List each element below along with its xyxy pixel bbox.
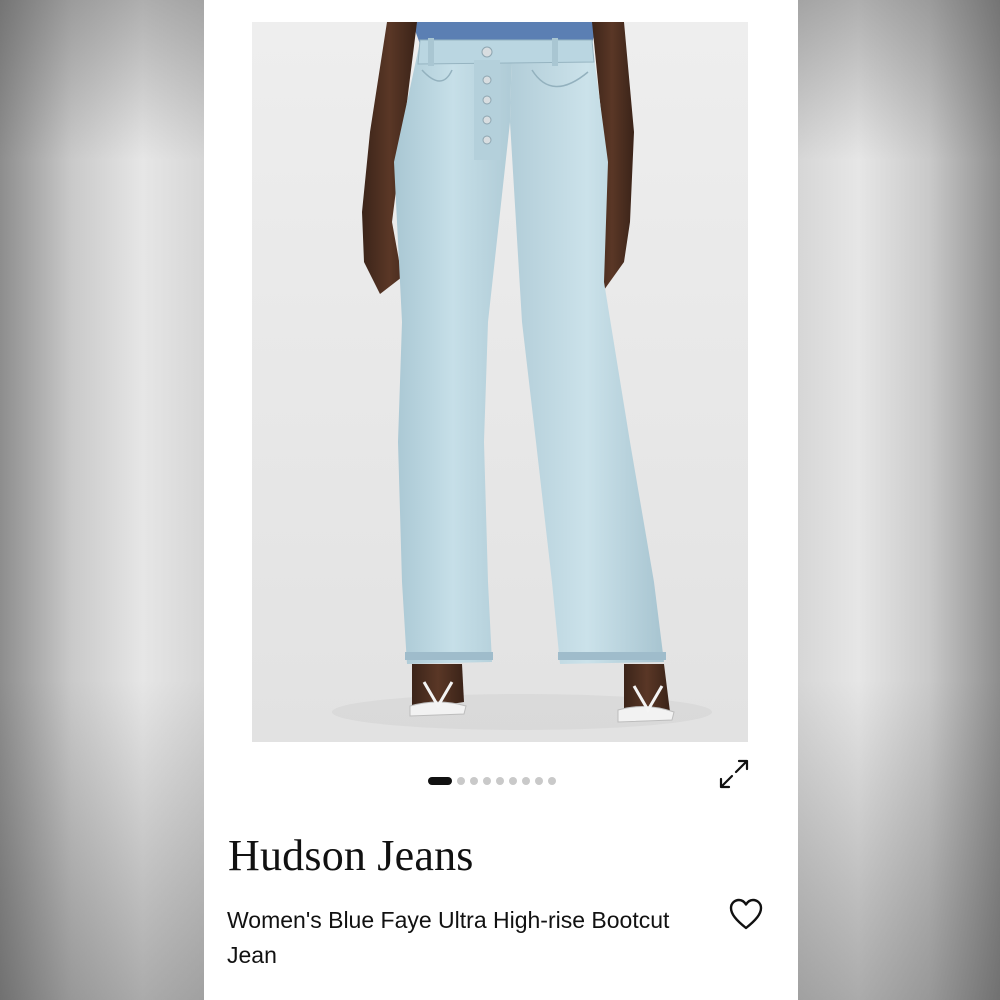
expand-arrows-icon — [719, 759, 749, 789]
heart-outline-icon — [729, 898, 763, 930]
pager-dot-active[interactable] — [428, 777, 452, 785]
image-pager[interactable] — [428, 775, 556, 787]
product-card: Hudson Jeans Women's Blue Faye Ultra Hig… — [204, 0, 798, 1000]
product-title: Women's Blue Faye Ultra High-rise Bootcu… — [227, 907, 670, 968]
pager-dot[interactable] — [535, 777, 543, 785]
blurred-backdrop-left — [0, 0, 204, 1000]
pager-dot[interactable] — [496, 777, 504, 785]
pager-dot[interactable] — [509, 777, 517, 785]
pager-dot[interactable] — [522, 777, 530, 785]
jeans-illustration — [252, 22, 748, 742]
brand-name[interactable]: Hudson Jeans — [228, 830, 474, 881]
pager-dot[interactable] — [548, 777, 556, 785]
expand-button[interactable] — [716, 756, 752, 792]
blurred-backdrop-right — [798, 0, 1000, 1000]
pager-dot[interactable] — [483, 777, 491, 785]
product-photo[interactable] — [252, 22, 748, 742]
pager-dot[interactable] — [470, 777, 478, 785]
pager-dot[interactable] — [457, 777, 465, 785]
favorite-button[interactable] — [728, 898, 764, 932]
